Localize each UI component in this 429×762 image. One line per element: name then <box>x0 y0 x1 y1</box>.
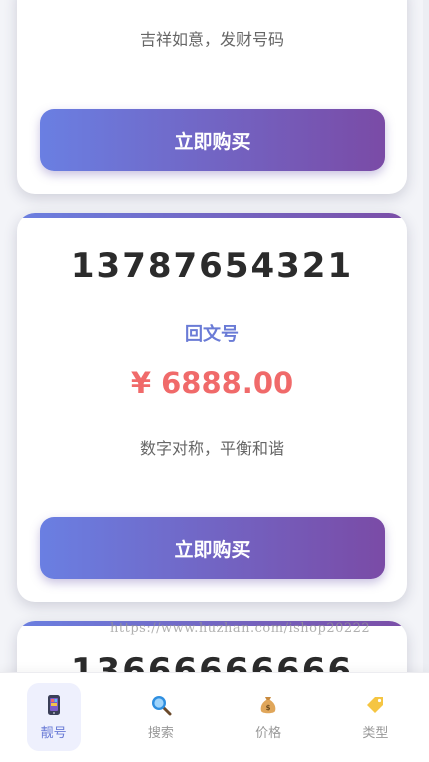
buy-now-button[interactable]: 立即购买 <box>40 109 385 171</box>
number-card: 吉祥如意，发财号码 立即购买 <box>17 0 407 194</box>
number-type: 回文号 <box>185 324 239 345</box>
tag-icon <box>367 696 384 713</box>
phone-icon <box>47 694 60 715</box>
number-price: ¥ 6888.00 <box>130 366 294 400</box>
tab-search[interactable]: 搜索 <box>134 683 188 751</box>
tab-label: 搜索 <box>147 725 174 741</box>
tab-label: 价格 <box>255 725 282 741</box>
tab-liang-hao[interactable]: 靓号 <box>26 683 81 751</box>
tab-price[interactable]: $ 价格 <box>241 683 295 751</box>
watermark: https://www.huzhan.com/ishop20222 <box>110 621 371 636</box>
number-card: 13787654321 回文号 ¥ 6888.00 数字对称，平衡和谐 立即购买 <box>17 213 407 602</box>
tab-label: 类型 <box>362 725 389 741</box>
tab-type[interactable]: 类型 <box>348 683 402 751</box>
magnifier-icon <box>151 695 172 715</box>
money-bag-icon: $ <box>260 696 276 713</box>
bottom-tab-bar: 靓号 搜索 $ 价格 类型 <box>0 672 429 762</box>
number-description: 吉祥如意，发财号码 <box>139 30 284 49</box>
buy-now-button[interactable]: 立即购买 <box>40 517 385 579</box>
card-accent-bar <box>17 213 407 218</box>
phone-number: 13787654321 <box>70 246 354 286</box>
tab-label: 靓号 <box>40 725 67 741</box>
scrollbar[interactable] <box>423 0 429 762</box>
app-viewport: 吉祥如意，发财号码 立即购买 13787654321 回文号 ¥ 6888.00… <box>0 0 429 762</box>
number-description: 数字对称，平衡和谐 <box>139 439 284 458</box>
svg-text:$: $ <box>266 704 271 712</box>
